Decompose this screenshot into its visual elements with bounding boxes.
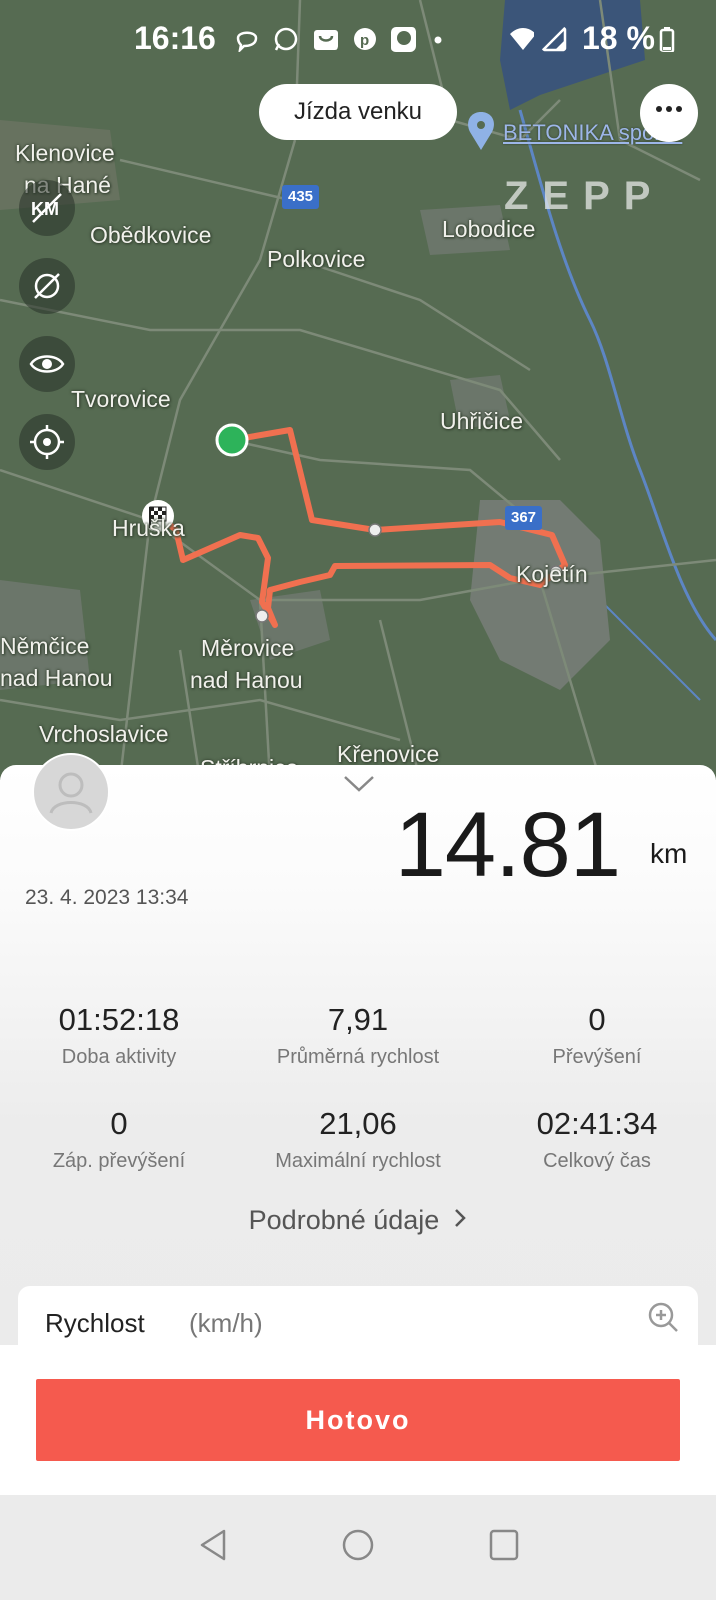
zepp-logo: ZEPP: [504, 174, 665, 218]
shopping-bag-icon: [314, 30, 338, 50]
distance-value: 14.81: [394, 794, 621, 896]
signal-icon: [541, 26, 567, 52]
system-navigation-bar: [0, 1495, 716, 1600]
place-tvorovice: Tvorovice: [71, 386, 171, 412]
more-icon-dot: [666, 106, 672, 112]
back-icon[interactable]: [196, 1527, 230, 1563]
wifi-icon: [510, 28, 534, 50]
locate-icon: [30, 425, 64, 459]
place-merovice: Měrovice: [201, 635, 295, 661]
more-icon-dot: [656, 106, 662, 112]
road-number-435: 435: [282, 185, 320, 209]
km-marker: [255, 609, 269, 623]
details-link-label: Podrobné údaje: [248, 1205, 440, 1235]
stat-label: Celkový čas: [543, 1150, 651, 1172]
km-toggle-icon: KM: [31, 193, 62, 223]
pinterest-icon: p: [354, 28, 376, 50]
poi-pin-icon: [468, 112, 494, 150]
battery-percentage: 18 %: [582, 20, 655, 56]
place-vrchoslavice: Vrchoslavice: [39, 721, 169, 747]
done-button[interactable]: Hotovo: [36, 1379, 680, 1461]
stat-activity-duration: 01:52:18 Doba aktivity: [0, 1000, 238, 1072]
whatsapp-icon: [274, 27, 298, 51]
start-marker: [215, 423, 249, 457]
stat-average-speed: 7,91 Průměrná rychlost: [239, 1000, 477, 1072]
more-notifications-dot: [434, 36, 442, 44]
status-time: 16:16: [134, 20, 216, 56]
stat-value: 0: [110, 1106, 128, 1141]
place-obedkovice: Obědkovice: [90, 222, 212, 248]
distance-unit: km: [650, 838, 688, 869]
place-nemcice: Němčice: [0, 633, 90, 659]
km-marker: [368, 523, 382, 537]
avatar[interactable]: [32, 753, 110, 831]
place-nemcice-nad-hanou: nad Hanou: [0, 665, 113, 691]
hide-markers-icon: [34, 273, 60, 299]
status-bar: 16:16 p 18 %: [0, 14, 716, 64]
zoom-in-icon[interactable]: [646, 1300, 680, 1334]
place-klenovice: Klenovice: [15, 140, 115, 166]
eye-icon: [29, 355, 65, 373]
place-kojetin: Kojetín: [516, 561, 588, 587]
home-icon[interactable]: [340, 1527, 376, 1563]
stat-max-speed: 21,06 Maximální rychlost: [239, 1104, 477, 1176]
stat-value: 21,06: [319, 1106, 397, 1141]
place-hruska: Hruška: [112, 515, 185, 541]
stat-label: Záp. převýšení: [52, 1150, 186, 1172]
place-uhricice: Uhřičice: [440, 408, 524, 434]
stat-total-time: 02:41:34 Celkový čas: [478, 1104, 716, 1176]
stat-label: Maximální rychlost: [275, 1150, 441, 1172]
hide-markers-button[interactable]: [19, 258, 75, 314]
battery-icon: [659, 27, 675, 52]
km-toggle-button[interactable]: KM: [19, 180, 75, 236]
svg-text:p: p: [360, 32, 369, 49]
locate-button[interactable]: [19, 414, 75, 470]
more-icon-dot: [676, 106, 682, 112]
stat-label: Doba aktivity: [61, 1046, 177, 1068]
lidl-plus-icon: [391, 27, 416, 52]
place-merovice-nad-hanou: nad Hanou: [190, 667, 303, 693]
chevron-right-icon: [453, 1205, 467, 1236]
viber-icon: [236, 31, 258, 52]
route-map[interactable]: Klenovice na Hané Obědkovice Polkovice L…: [0, 0, 716, 780]
place-lobodice: Lobodice: [442, 216, 536, 242]
place-polkovice: Polkovice: [267, 246, 366, 272]
road-number-367: 367: [505, 506, 543, 530]
speed-chart-unit: (km/h): [189, 1308, 263, 1338]
stat-label: Převýšení: [552, 1046, 642, 1068]
stat-elevation-gain: 0 Převýšení: [478, 1000, 716, 1072]
activity-date: 23. 4. 2023 13:34: [25, 886, 189, 909]
activity-type-label[interactable]: Jízda venku: [259, 84, 457, 140]
recent-apps-icon[interactable]: [487, 1527, 521, 1563]
speed-chart-title: Rychlost: [45, 1308, 145, 1338]
more-options-button[interactable]: [640, 84, 698, 142]
details-link[interactable]: Podrobné údaje: [0, 1205, 716, 1236]
stat-value: 0: [588, 1002, 606, 1037]
stat-value: 7,91: [327, 1002, 389, 1037]
footer: Hotovo: [0, 1345, 716, 1495]
stat-label: Průměrná rychlost: [276, 1046, 440, 1068]
stat-value: 02:41:34: [536, 1106, 658, 1141]
stat-elevation-loss: 0 Záp. převýšení: [0, 1104, 238, 1176]
chevron-down-icon[interactable]: [342, 773, 376, 793]
stat-value: 01:52:18: [58, 1002, 180, 1037]
view-toggle-button[interactable]: [19, 336, 75, 392]
place-krenovice: Křenovice: [337, 741, 440, 767]
user-placeholder-icon: [49, 772, 93, 814]
